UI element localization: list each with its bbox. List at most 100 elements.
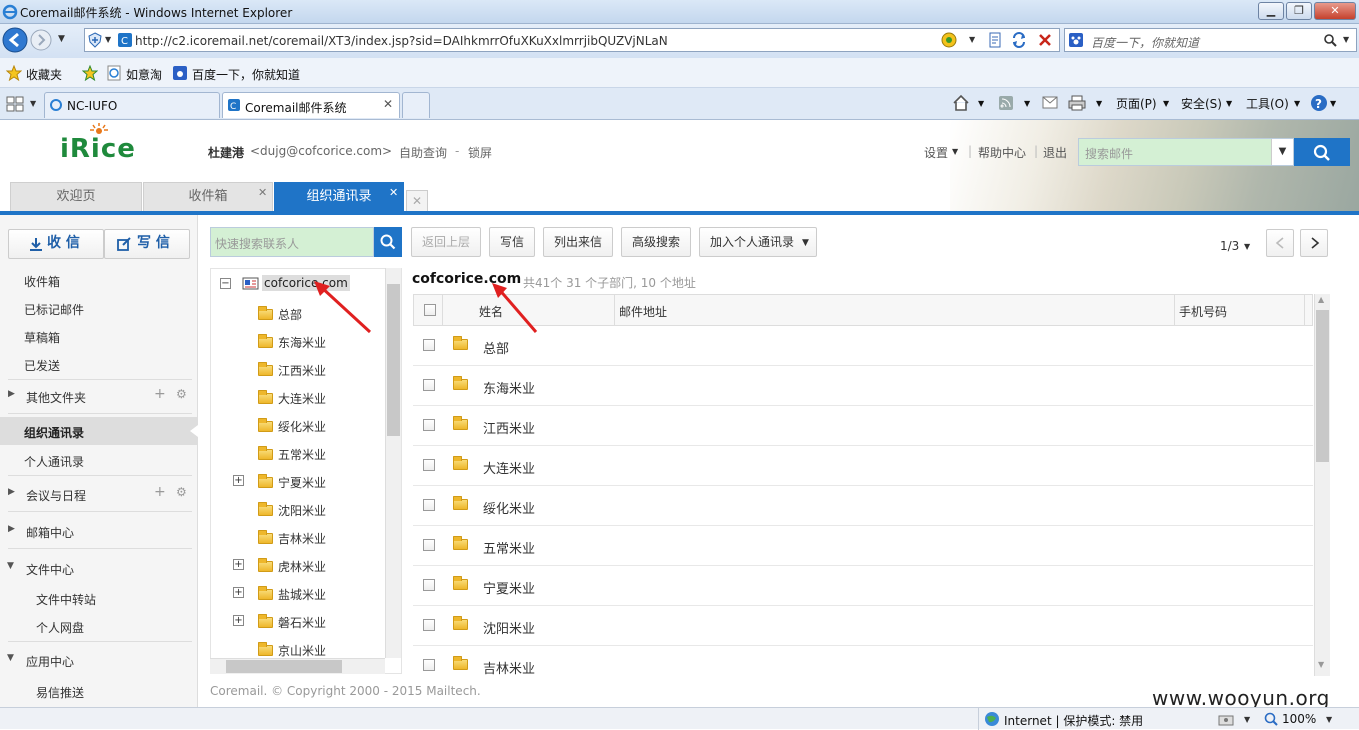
zoom-icon[interactable] bbox=[1264, 712, 1278, 726]
favorites-label[interactable]: 收藏夹 bbox=[26, 66, 62, 83]
sidebar-item-yixin-push[interactable]: 易信推送 bbox=[36, 684, 84, 701]
add-personal-contacts-button[interactable]: 加入个人通讯录 ▼ bbox=[699, 227, 817, 257]
sidebar-item-flagged[interactable]: 已标记邮件 bbox=[24, 301, 84, 318]
sidebar-item-drafts[interactable]: 草稿箱 bbox=[24, 329, 60, 346]
feeds-icon[interactable] bbox=[998, 95, 1014, 111]
shield-dropdown-icon[interactable]: ▼ bbox=[105, 35, 111, 44]
tools-menu[interactable]: 工具(O) bbox=[1246, 95, 1289, 112]
home-icon[interactable] bbox=[952, 94, 970, 112]
help-center-link[interactable]: 帮助中心 bbox=[978, 144, 1026, 161]
compat-dropdown-icon[interactable]: ▼ bbox=[969, 35, 975, 44]
minimize-button[interactable]: ▁ bbox=[1258, 2, 1284, 20]
fav-link-ruyitao[interactable]: 如意淘 bbox=[126, 66, 162, 83]
row-checkbox[interactable] bbox=[423, 499, 435, 511]
quick-tabs-icon[interactable] bbox=[6, 96, 24, 112]
add-favorite-icon[interactable] bbox=[82, 65, 98, 81]
pager-dropdown-icon[interactable]: ▼ bbox=[1244, 242, 1250, 251]
page-menu-dropdown-icon[interactable]: ▼ bbox=[1163, 99, 1169, 108]
calendar-settings-gear-icon[interactable]: ⚙ bbox=[176, 485, 187, 499]
expand-node-icon[interactable]: + bbox=[233, 587, 244, 598]
close-tab-icon[interactable]: ✕ bbox=[389, 179, 398, 207]
browser-tab-coremail[interactable]: C Coremail邮件系统 ✕ bbox=[222, 92, 400, 118]
logout-link[interactable]: 退出 bbox=[1043, 144, 1067, 161]
row-checkbox[interactable] bbox=[423, 419, 435, 431]
sidebar-item-sent[interactable]: 已发送 bbox=[24, 357, 60, 374]
new-tab-button[interactable] bbox=[402, 92, 430, 118]
home-dropdown-icon[interactable]: ▼ bbox=[978, 99, 984, 108]
add-folder-icon[interactable]: + bbox=[154, 386, 166, 402]
write-button[interactable]: 写信 bbox=[489, 227, 535, 257]
search-scope-dropdown-icon[interactable]: ▼ bbox=[1271, 139, 1293, 165]
settings-link[interactable]: 设置 bbox=[924, 144, 948, 161]
sidebar-item-netdisk[interactable]: 个人网盘 bbox=[36, 619, 84, 636]
print-dropdown-icon[interactable]: ▼ bbox=[1096, 99, 1102, 108]
browser-tab-nc-iufo[interactable]: NC-IUFO bbox=[44, 92, 220, 118]
table-row[interactable]: 东海米业 bbox=[413, 366, 1313, 406]
search-icon[interactable] bbox=[1323, 33, 1337, 47]
scrollbar-thumb[interactable] bbox=[1316, 310, 1329, 462]
expand-arrow-icon[interactable]: ▶ bbox=[8, 389, 15, 399]
receive-mail-button[interactable]: 收 信 bbox=[8, 229, 104, 259]
sidebar-group-file-center[interactable]: 文件中心 bbox=[26, 561, 74, 578]
table-row[interactable]: 吉林米业 bbox=[413, 646, 1313, 677]
safety-menu[interactable]: 安全(S) bbox=[1181, 95, 1222, 112]
column-header-email[interactable]: 邮件地址 bbox=[619, 303, 667, 320]
row-checkbox[interactable] bbox=[423, 619, 435, 631]
collapse-node-icon[interactable]: − bbox=[220, 278, 231, 289]
tab-welcome[interactable]: 欢迎页 bbox=[10, 182, 142, 212]
row-checkbox[interactable] bbox=[423, 539, 435, 551]
row-checkbox[interactable] bbox=[423, 459, 435, 471]
page-icon[interactable] bbox=[987, 32, 1003, 48]
close-tab-icon[interactable]: ✕ bbox=[258, 179, 267, 207]
status-dropdown-icon[interactable]: ▼ bbox=[1244, 715, 1250, 724]
table-row[interactable]: 五常米业 bbox=[413, 526, 1313, 566]
list-mail-button[interactable]: 列出来信 bbox=[543, 227, 613, 257]
help-dropdown-icon[interactable]: ▼ bbox=[1330, 99, 1336, 108]
add-calendar-icon[interactable]: + bbox=[154, 484, 166, 500]
expand-node-icon[interactable]: + bbox=[233, 615, 244, 626]
table-row[interactable]: 总部 bbox=[413, 326, 1313, 366]
compat-icon[interactable] bbox=[941, 32, 957, 48]
row-checkbox[interactable] bbox=[423, 339, 435, 351]
mail-search-button[interactable] bbox=[1294, 138, 1350, 166]
select-all-checkbox[interactable] bbox=[424, 304, 436, 316]
address-bar[interactable]: ▼ C http://c2.icoremail.net/coremail/XT3… bbox=[84, 28, 1060, 52]
history-dropdown-icon[interactable]: ▼ bbox=[58, 34, 65, 44]
folder-settings-gear-icon[interactable]: ⚙ bbox=[176, 387, 187, 401]
sidebar-item-org-contacts[interactable]: 组织通讯录 bbox=[0, 417, 198, 445]
table-row[interactable]: 大连米业 bbox=[413, 446, 1313, 486]
page-menu[interactable]: 页面(P) bbox=[1116, 95, 1157, 112]
print-icon[interactable] bbox=[1068, 95, 1086, 111]
scrollbar-thumb[interactable] bbox=[387, 284, 400, 436]
browser-search-box[interactable]: 百度一下，你就知道 ▼ bbox=[1064, 28, 1357, 52]
close-all-tabs-icon[interactable]: ✕ bbox=[406, 190, 428, 212]
favorites-star-icon[interactable] bbox=[6, 65, 22, 81]
feeds-dropdown-icon[interactable]: ▼ bbox=[1024, 99, 1030, 108]
sidebar-group-other-folders[interactable]: 其他文件夹 bbox=[26, 389, 86, 406]
self-help-link[interactable]: 自助查询 bbox=[399, 144, 447, 161]
scroll-up-icon[interactable]: ▲ bbox=[1318, 295, 1324, 304]
help-icon[interactable]: ? bbox=[1310, 94, 1328, 112]
expand-arrow-icon[interactable]: ▶ bbox=[8, 487, 15, 497]
safety-menu-dropdown-icon[interactable]: ▼ bbox=[1226, 99, 1232, 108]
tools-menu-dropdown-icon[interactable]: ▼ bbox=[1294, 99, 1300, 108]
expand-node-icon[interactable]: + bbox=[233, 559, 244, 570]
fav-link-baidu[interactable]: 百度一下，你就知道 bbox=[192, 66, 300, 83]
column-header-phone[interactable]: 手机号码 bbox=[1179, 303, 1227, 320]
go-up-button[interactable]: 返回上层 bbox=[411, 227, 481, 257]
contact-search-input[interactable]: 快速搜索联系人 bbox=[210, 227, 374, 257]
sidebar-item-inbox[interactable]: 收件箱 bbox=[24, 273, 60, 290]
back-icon[interactable] bbox=[2, 27, 28, 53]
settings-dropdown-icon[interactable]: ▼ bbox=[952, 147, 958, 156]
next-page-button[interactable] bbox=[1300, 229, 1328, 257]
tab-inbox[interactable]: 收件箱 ✕ bbox=[143, 182, 273, 212]
list-vertical-scrollbar[interactable]: ▲ ▼ bbox=[1314, 294, 1330, 676]
row-checkbox[interactable] bbox=[423, 579, 435, 591]
mail-search-input[interactable]: 搜索邮件 ▼ bbox=[1078, 138, 1294, 166]
zoom-level[interactable]: 100% bbox=[1282, 712, 1316, 726]
close-window-button[interactable]: ✕ bbox=[1314, 2, 1356, 20]
scroll-down-icon[interactable]: ▼ bbox=[1318, 660, 1324, 669]
forward-icon[interactable] bbox=[30, 29, 52, 51]
table-row[interactable]: 绥化米业 bbox=[413, 486, 1313, 526]
tab-org-contacts[interactable]: 组织通讯录 ✕ bbox=[274, 182, 404, 212]
